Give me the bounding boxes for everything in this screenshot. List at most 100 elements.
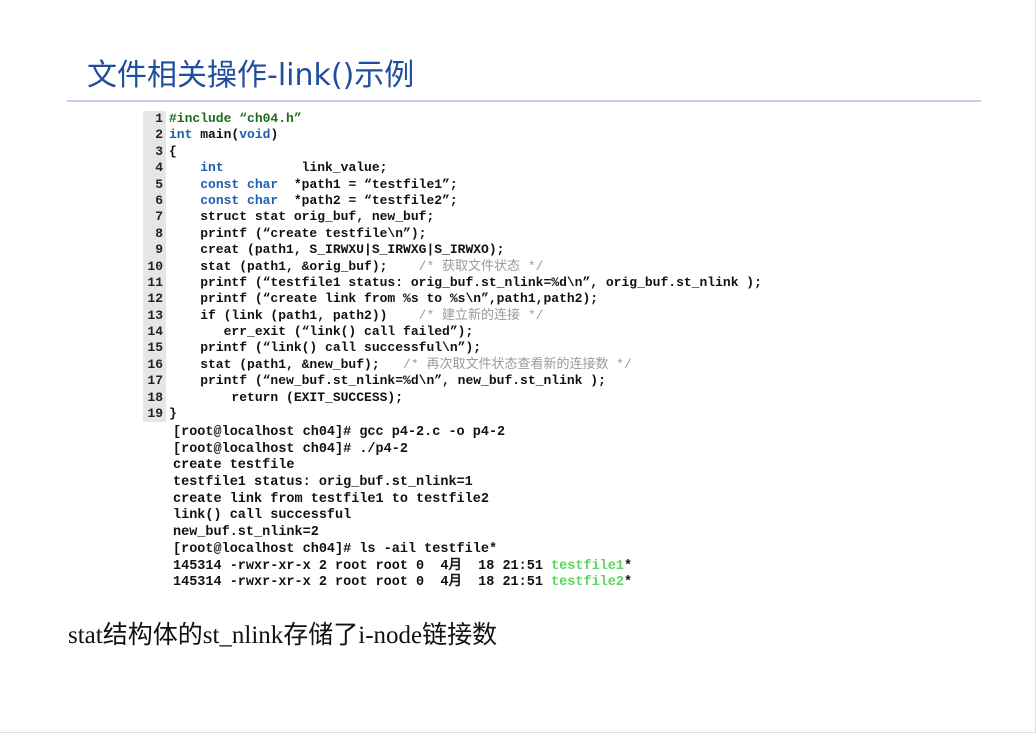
code-comment: /* 建立新的连接 */ <box>418 307 544 323</box>
code-text: *path1 = “testfile1”; <box>278 176 458 192</box>
code-content: struct stat orig_buf, new_buf; <box>166 209 434 225</box>
line-number: 6 <box>143 192 166 210</box>
title-divider <box>67 100 981 102</box>
code-text: printf (“create link from %s to %s\n”,pa… <box>169 291 599 307</box>
code-content: err_exit (“link() call failed”); <box>166 324 474 340</box>
code-content: printf (“testfile1 status: orig_buf.st_n… <box>166 275 762 291</box>
code-line: 8 printf (“create testfile\n”); <box>143 225 798 243</box>
code-text: printf (“link() call successful\n”); <box>169 340 482 356</box>
line-number: 14 <box>143 324 166 341</box>
code-content: const char *path1 = “testfile1”; <box>166 176 458 193</box>
line-number: 5 <box>143 176 166 193</box>
terminal-output: [root@localhost ch04]# gcc p4-2.c -o p4-… <box>173 425 632 592</box>
code-text: [root@localhost ch04]# ./p4-2 <box>173 441 408 457</box>
code-comment: /* 再次取文件状态查看新的连接数 */ <box>403 356 632 372</box>
code-line: 13 if (link (path1, path2)) /* 建立新的连接 */ <box>143 307 798 325</box>
file-name: testfile2 <box>551 575 624 591</box>
code-text: create testfile <box>173 458 295 474</box>
code-text: * <box>623 558 633 574</box>
terminal-line: create link from testfile1 to testfile2 <box>173 492 632 509</box>
terminal-line: testfile1 status: orig_buf.st_nlink=1 <box>173 475 632 492</box>
line-number: 1 <box>143 111 166 128</box>
code-content: return (EXIT_SUCCESS); <box>166 390 403 406</box>
code-content: stat (path1, &new_buf); /* 再次取文件状态查看新的连接… <box>166 357 632 373</box>
code-text: printf (“new_buf.st_nlink=%d\n”, new_buf… <box>169 373 606 389</box>
code-text: main( <box>192 127 240 143</box>
code-content: int main(void) <box>166 127 278 143</box>
line-number: 3 <box>143 143 166 161</box>
terminal-line: [root@localhost ch04]# ./p4-2 <box>173 442 632 459</box>
code-content: printf (“new_buf.st_nlink=%d\n”, new_buf… <box>166 373 606 389</box>
terminal-line: new_buf.st_nlink=2 <box>173 525 632 542</box>
code-content: printf (“link() call successful\n”); <box>166 340 481 356</box>
code-text: ) <box>270 127 279 143</box>
code-text: creat (path1, S_IRWXU|S_IRWXG|S_IRWXO); <box>169 242 505 258</box>
code-text: { <box>169 143 177 159</box>
line-number: 7 <box>143 209 166 226</box>
code-keyword: int <box>200 160 224 176</box>
code-text: * <box>623 575 633 591</box>
code-keyword: void <box>239 127 271 143</box>
terminal-line: link() call successful <box>173 508 632 525</box>
code-line: 19} <box>143 406 798 423</box>
code-content: #include “ch04.h” <box>166 111 302 127</box>
code-line: 18 return (EXIT_SUCCESS); <box>143 389 798 407</box>
code-text: printf (“testfile1 status: orig_buf.st_n… <box>169 274 762 290</box>
code-keyword: const char <box>200 176 279 192</box>
line-number: 10 <box>143 258 166 275</box>
code-text: struct stat orig_buf, new_buf; <box>169 209 435 225</box>
code-line: 6 const char *path2 = “testfile2”; <box>143 192 798 210</box>
code-line: 10 stat (path1, &orig_buf); /* 获取文件状态 */ <box>143 258 798 275</box>
line-number: 13 <box>143 307 166 325</box>
code-text: stat (path1, &orig_buf); <box>169 258 419 274</box>
code-content: { <box>166 144 177 160</box>
code-text: link_value; <box>223 160 388 176</box>
code-text: [root@localhost ch04]# ls -ail testfile* <box>173 541 498 557</box>
slide-caption: stat结构体的st_nlink存储了i-node链接数 <box>68 622 498 649</box>
code-line: 4 int link_value; <box>143 160 798 177</box>
slide-title: 文件相关操作-link()示例 <box>87 58 415 93</box>
code-text: printf (“create testfile\n”); <box>169 225 427 241</box>
line-number: 17 <box>143 373 166 390</box>
code-text: *path2 = “testfile2”; <box>278 192 458 208</box>
code-text: return (EXIT_SUCCESS); <box>169 389 404 405</box>
code-text: “ch04.h” <box>239 111 302 126</box>
line-number: 15 <box>143 340 166 357</box>
code-comment: /* 获取文件状态 */ <box>418 258 544 274</box>
code-line: 9 creat (path1, S_IRWXU|S_IRWXG|S_IRWXO)… <box>143 242 798 259</box>
line-number: 11 <box>143 274 166 292</box>
code-text: new_buf.st_nlink=2 <box>173 525 319 541</box>
code-text: create link from testfile1 to testfile2 <box>173 491 489 507</box>
code-line: 5 const char *path1 = “testfile1”; <box>143 176 798 193</box>
code-text: 145314 -rwxr-xr-x 2 root root 0 4月 18 21… <box>173 575 552 591</box>
code-line: 17 printf (“new_buf.st_nlink=%d\n”, new_… <box>143 373 798 390</box>
code-text: 145314 -rwxr-xr-x 2 root root 0 4月 18 21… <box>173 558 552 574</box>
line-number: 18 <box>143 389 166 407</box>
line-number: 16 <box>143 356 166 374</box>
code-keyword: int <box>169 127 193 143</box>
code-listing: 1 #include “ch04.h” 2 int main(void) 3{4 int… <box>143 111 798 423</box>
code-line: 3{ <box>143 143 798 161</box>
code-text: #include <box>169 111 240 126</box>
line-number: 2 <box>143 127 166 144</box>
line-number: 12 <box>143 291 166 308</box>
code-content: } <box>166 406 177 422</box>
code-text: link() call successful <box>173 508 352 524</box>
code-line: 14 err_exit (“link() call failed”); <box>143 324 798 341</box>
code-content: if (link (path1, path2)) /* 建立新的连接 */ <box>166 308 543 324</box>
code-content: int link_value; <box>166 160 387 176</box>
code-text: testfile1 status: orig_buf.st_nlink=1 <box>173 475 473 491</box>
code-line: 7 struct stat orig_buf, new_buf; <box>143 209 798 226</box>
code-text: err_exit (“link() call failed”); <box>169 324 474 340</box>
line-number: 8 <box>143 225 166 243</box>
code-content: printf (“create link from %s to %s\n”,pa… <box>166 291 598 307</box>
code-text: [root@localhost ch04]# gcc p4-2.c -o p4-… <box>173 425 506 440</box>
terminal-line: 145314 -rwxr-xr-x 2 root root 0 4月 18 21… <box>173 559 632 576</box>
code-line: 12 printf (“create link from %s to %s\n”… <box>143 291 798 308</box>
code-content: const char *path2 = “testfile2”; <box>166 192 458 209</box>
line-number: 19 <box>143 406 166 423</box>
file-name: testfile1 <box>551 558 624 574</box>
code-line: 15 printf (“link() call successful\n”); <box>143 340 798 357</box>
